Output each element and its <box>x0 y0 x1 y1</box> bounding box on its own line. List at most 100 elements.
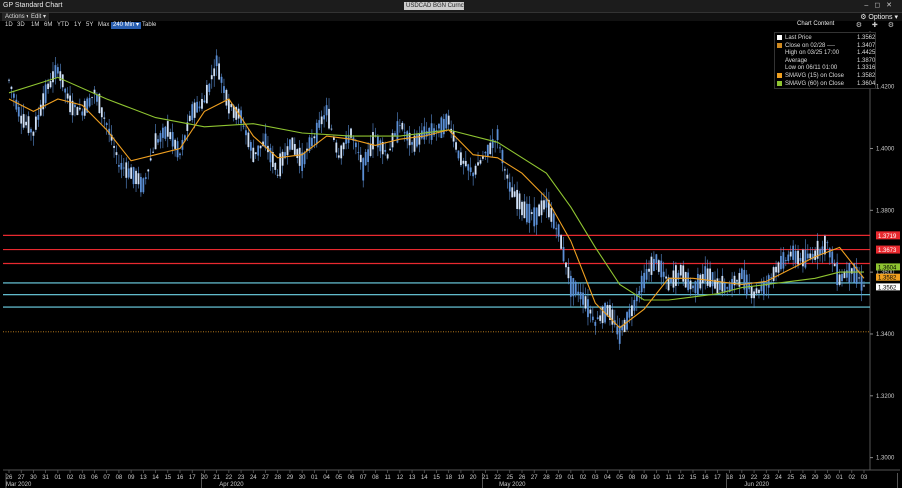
candle-body <box>670 278 672 283</box>
candle-body <box>164 126 167 139</box>
x-tick-label: 11 <box>385 475 392 481</box>
price-chart[interactable]: 1.30001.32001.34001.36001.38001.40001.42… <box>0 0 902 488</box>
candle-body <box>330 128 333 130</box>
candle-body <box>841 273 843 282</box>
candle-body <box>550 207 553 222</box>
candle-body <box>782 252 785 269</box>
x-tick-label: 27 <box>262 475 269 481</box>
x-tick-label: 24 <box>250 475 257 481</box>
candle-body <box>22 114 25 128</box>
candle-body <box>701 274 704 284</box>
candle-body <box>555 227 558 230</box>
candle-body <box>27 116 30 133</box>
candle-body <box>438 123 440 129</box>
candle-body <box>569 275 572 297</box>
candle-body <box>836 262 839 286</box>
candle-body <box>39 104 42 116</box>
candle-body <box>560 235 562 249</box>
legend-swatch <box>777 80 782 86</box>
candle-body <box>44 84 47 103</box>
x-tick-label: 20 <box>201 475 208 481</box>
candle-body <box>281 151 284 166</box>
candle-body <box>335 142 338 153</box>
legend-swatch <box>777 35 782 40</box>
candle-body <box>337 155 340 158</box>
x-tick-label: 01 <box>836 475 843 481</box>
candle-body <box>122 167 125 169</box>
candle-body <box>557 224 560 237</box>
candle-body <box>596 317 599 319</box>
x-tick-label: 16 <box>702 475 709 481</box>
candle-body <box>787 254 790 261</box>
candle-body <box>455 142 457 150</box>
candle-body <box>753 291 755 299</box>
x-tick-label: 05 <box>335 475 342 481</box>
candle-body <box>655 254 658 264</box>
candle-body <box>17 106 20 117</box>
candle-body <box>797 250 799 265</box>
candle-body <box>52 71 54 83</box>
x-tick-label: 17 <box>714 475 721 481</box>
candle-body <box>78 107 81 110</box>
candle-body <box>357 152 360 153</box>
candle-body <box>367 149 369 163</box>
candle-body <box>467 164 470 171</box>
candle-body <box>726 287 729 289</box>
candle-body <box>650 256 653 275</box>
candle-body <box>254 152 257 155</box>
candle-body <box>831 251 834 264</box>
candle-body <box>535 207 538 225</box>
x-tick-label: 21 <box>213 475 220 481</box>
candle-body <box>127 168 130 178</box>
x-tick-label: 25 <box>787 475 794 481</box>
value-label: 1.3582 <box>878 276 897 282</box>
candle-body <box>462 160 465 164</box>
x-tick-label: 07 <box>103 475 110 481</box>
candle-body <box>716 278 719 294</box>
candle-body <box>469 167 472 173</box>
candle-body <box>804 249 807 268</box>
x-tick-label: 04 <box>323 475 330 481</box>
candle-body <box>91 96 93 98</box>
candle-body <box>276 174 279 176</box>
candle-body <box>833 263 836 267</box>
candle-body <box>191 104 194 121</box>
x-tick-label: 30 <box>30 475 37 481</box>
x-tick-label: 28 <box>543 475 550 481</box>
candle-body <box>477 162 479 166</box>
candle-body <box>96 94 98 102</box>
candle-body <box>538 204 540 217</box>
candle-body <box>386 154 389 159</box>
candle-body <box>838 274 841 285</box>
candle-body <box>411 142 413 145</box>
candle-body <box>860 275 863 291</box>
x-tick-label: 03 <box>861 475 868 481</box>
candle-body <box>721 275 724 292</box>
candle-body <box>452 131 455 142</box>
candle-body <box>814 250 817 260</box>
candle-body <box>504 169 506 171</box>
candle-body <box>794 251 797 263</box>
x-tick-label: 16 <box>177 475 184 481</box>
legend-label: SMAVG (15) on Close <box>785 73 844 79</box>
legend-label: Average <box>785 57 808 64</box>
candle-body <box>298 147 301 166</box>
candle-body <box>249 142 252 151</box>
candle-body <box>440 117 443 139</box>
candle-body <box>858 277 861 279</box>
candle-body <box>120 162 123 170</box>
candle-body <box>767 275 770 288</box>
x-tick-label: 08 <box>116 475 123 481</box>
x-tick-label: 18 <box>726 475 733 481</box>
candle-body <box>252 147 255 163</box>
candle-body <box>130 167 133 179</box>
level-label: 1.3673 <box>878 248 897 254</box>
x-tick-label: 29 <box>812 475 819 481</box>
candle-body <box>848 262 851 283</box>
x-tick-label: 29 <box>555 475 562 481</box>
legend-item: SMAVG (60) on Close 1.3604 <box>777 80 875 89</box>
x-tick-label: 12 <box>677 475 684 481</box>
level-label: 1.3719 <box>878 234 897 240</box>
candle-body <box>723 282 726 293</box>
candle-body <box>401 122 404 130</box>
